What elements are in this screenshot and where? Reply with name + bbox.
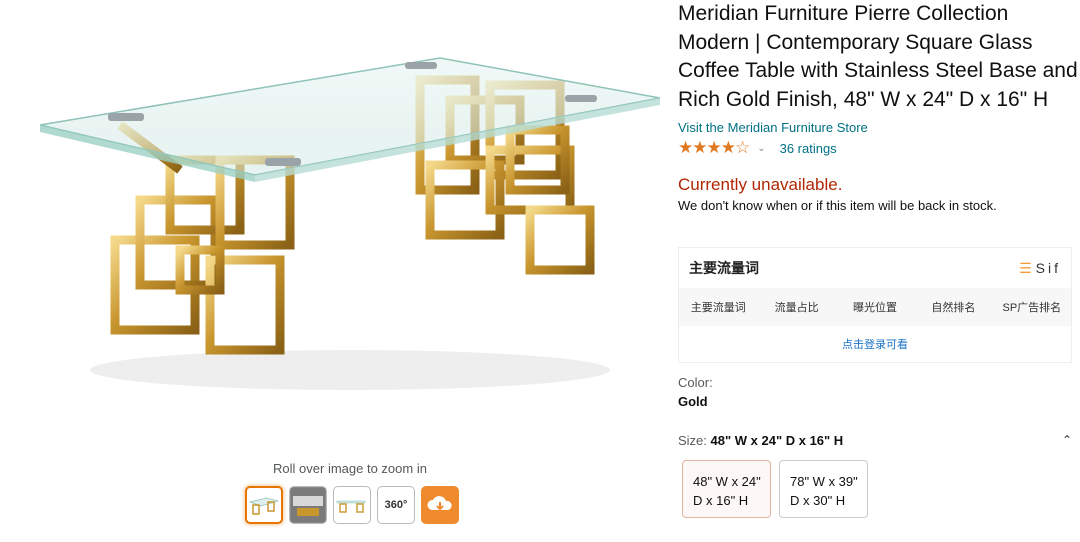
size-label: Size: [678, 433, 707, 448]
cloud-download-icon [427, 496, 452, 511]
table-angle-icon [336, 500, 366, 513]
thumbnail-table-angle[interactable] [333, 486, 371, 524]
availability-status: Currently unavailable. [678, 175, 843, 194]
sif-column-header: 主要流量词 [690, 302, 746, 314]
sif-logo-text: Sif [1035, 259, 1061, 276]
zoom-hint: Roll over image to zoom in [273, 461, 427, 476]
size-option-line: D x 30" H [790, 493, 846, 508]
thumbnail-strip: 360° [245, 486, 459, 524]
size-options: 48" W x 24" D x 16" H 78" W x 39" D x 30… [682, 460, 868, 518]
size-value: 48" W x 24" D x 16" H [710, 433, 844, 448]
color-label: Color: [678, 375, 713, 390]
sif-logo: ☰ Sif [1019, 260, 1061, 277]
color-value: Gold [678, 394, 708, 409]
size-option[interactable]: 48" W x 24" D x 16" H [682, 460, 771, 518]
thumbnail-360-view[interactable]: 360° [377, 486, 415, 524]
menu-icon: ☰ [1019, 259, 1032, 276]
coffee-table-illustration [39, 57, 661, 390]
product-image[interactable] [20, 30, 670, 410]
rating-row: ★★★★☆ ⌄ 36 ratings [678, 138, 1078, 158]
availability-note: We don't know when or if this item will … [678, 198, 997, 213]
color-selector: Color: Gold [678, 375, 713, 409]
sif-login-link[interactable]: 点击登录可看 [679, 336, 1071, 352]
sif-column-header: 曝光位置 [853, 302, 898, 314]
size-selector-header[interactable]: Size: 48" W x 24" D x 16" H ⌃ [678, 433, 1072, 448]
size-option[interactable]: 78" W x 39" D x 30" H [779, 460, 868, 518]
sif-column-header: SP广告排名 [1002, 302, 1062, 314]
chevron-down-icon[interactable]: ⌄ [757, 143, 765, 154]
thumbnail-room-photo[interactable] [289, 486, 327, 524]
rating-stars-icon[interactable]: ★★★★☆ [678, 138, 750, 158]
sif-title: 主要流量词 [689, 260, 759, 276]
room-photo-icon [291, 488, 325, 522]
chevron-up-icon[interactable]: ⌃ [1062, 433, 1072, 448]
store-link[interactable]: Visit the Meridian Furniture Store [678, 120, 1078, 135]
product-details: Meridian Furniture Pierre Collection Mod… [678, 0, 1078, 213]
size-option-line: D x 16" H [693, 493, 749, 508]
size-option-line: 78" W x 39" [790, 474, 858, 489]
size-option-line: 48" W x 24" [693, 474, 761, 489]
sif-column-header: 流量占比 [774, 302, 819, 314]
thumbnail-table-photo[interactable] [245, 486, 283, 524]
product-title: Meridian Furniture Pierre Collection Mod… [678, 2, 1078, 111]
sif-table-header: 主要流量词 流量占比 曝光位置 自然排名 SP广告排名 [679, 288, 1071, 326]
table-photo-icon [248, 497, 280, 515]
sif-keyword-panel: 主要流量词 ☰ Sif 主要流量词 流量占比 曝光位置 自然排名 SP广告排名 点… [678, 247, 1072, 363]
sif-header: 主要流量词 ☰ Sif [679, 248, 1071, 288]
360-view-icon: 360° [384, 499, 408, 511]
sif-column-header: 自然排名 [931, 302, 976, 314]
ratings-count-link[interactable]: 36 ratings [780, 141, 837, 156]
thumbnail-cloud-download[interactable] [421, 486, 459, 524]
